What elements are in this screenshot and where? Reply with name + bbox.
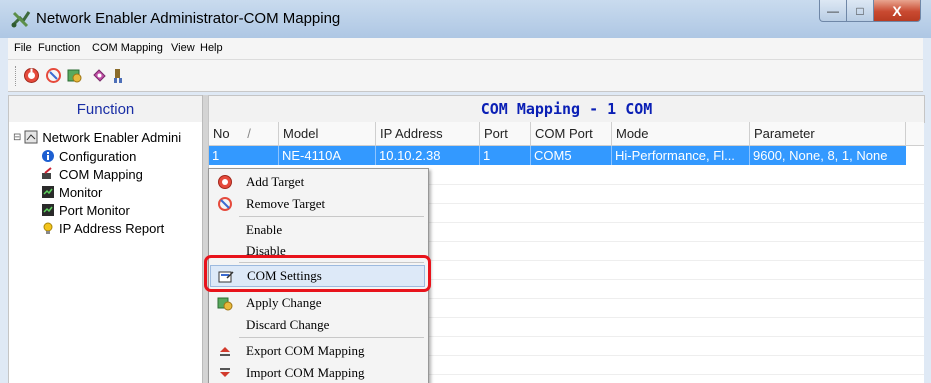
menu-item-label: Import COM Mapping: [246, 365, 365, 380]
menu-item-apply-change[interactable]: Apply Change: [209, 292, 426, 314]
tree-item-ip-address-report[interactable]: IP Address Report: [41, 219, 164, 237]
tree-root-label: Network Enabler Admini: [42, 129, 182, 145]
minimize-button[interactable]: —: [819, 0, 847, 22]
function-panel-header: Function: [8, 95, 203, 123]
tree-item-label: COM Mapping: [59, 166, 143, 182]
menu-item-export-com-mapping[interactable]: Export COM Mapping: [209, 340, 426, 362]
menu-item-label: Disable: [246, 243, 286, 258]
title-bar[interactable]: Network Enabler Administrator-COM Mappin…: [0, 0, 931, 38]
menu-separator: [239, 289, 424, 290]
column-no-label: No: [213, 126, 230, 141]
column-header-com-port[interactable]: COM Port: [531, 122, 612, 145]
search-icon[interactable]: [111, 67, 128, 84]
context-menu: Add Target Remove Target Enable Disable …: [208, 168, 429, 383]
settings-icon[interactable]: [91, 67, 108, 84]
export-icon: [220, 347, 230, 356]
network-enabler-icon: [24, 130, 38, 144]
app-window: Network Enabler Administrator-COM Mappin…: [0, 0, 931, 383]
window-title: Network Enabler Administrator-COM Mappin…: [36, 10, 341, 27]
ip-report-icon: [43, 222, 53, 234]
close-button[interactable]: X: [874, 0, 921, 22]
cell-model: NE-4110A: [279, 146, 376, 165]
maximize-button[interactable]: □: [847, 0, 874, 22]
monitor-icon: [42, 186, 54, 198]
menu-bar: File Function COM Mapping View Help: [8, 38, 923, 60]
column-header-parameter[interactable]: Parameter: [750, 122, 906, 145]
column-header-port[interactable]: Port: [480, 122, 531, 145]
info-icon: [42, 150, 54, 162]
tree-item-com-mapping[interactable]: COM Mapping: [41, 165, 143, 183]
menu-item-import-com-mapping[interactable]: Import COM Mapping: [209, 362, 426, 383]
column-header-model[interactable]: Model: [279, 122, 376, 145]
cell-com-port: COM5: [531, 146, 612, 165]
tree-item-monitor[interactable]: Monitor: [41, 183, 102, 201]
menu-item-label: Remove Target: [246, 196, 326, 211]
menu-view[interactable]: View: [171, 42, 195, 54]
column-header-ip-address[interactable]: IP Address: [376, 122, 480, 145]
column-header-no[interactable]: No /: [209, 122, 279, 145]
table-row[interactable]: 1 NE-4110A 10.10.2.38 1 COM5 Hi-Performa…: [209, 146, 906, 165]
tree-item-label: Monitor: [59, 184, 103, 200]
toolbar-grip: [15, 66, 18, 86]
cell-port: 1: [480, 146, 531, 165]
com-mapping-header: COM Mapping - 1 COM: [208, 95, 925, 123]
cell-mode: Hi-Performance, Fl...: [612, 146, 750, 165]
import-icon: [220, 368, 230, 377]
apply-change-icon[interactable]: [66, 67, 83, 84]
tree-item-port-monitor[interactable]: Port Monitor: [41, 201, 130, 219]
apply-change-icon: [217, 297, 233, 311]
menu-item-label: Apply Change: [246, 295, 322, 310]
collapse-icon[interactable]: ⊟: [13, 132, 21, 143]
menu-item-disable[interactable]: Disable: [209, 240, 426, 262]
function-tree: ⊟ Network Enabler Admini Configuration C…: [8, 122, 203, 383]
menu-com-mapping[interactable]: COM Mapping: [92, 42, 163, 54]
com-mapping-icon: [42, 167, 52, 179]
remove-target-icon: [218, 197, 232, 211]
caption-buttons: — □ X: [819, 0, 921, 22]
menu-item-label: Add Target: [246, 174, 305, 189]
menu-item-label: Enable: [246, 222, 283, 237]
menu-item-discard-change[interactable]: Discard Change: [209, 314, 426, 336]
menu-item-label: Export COM Mapping: [246, 343, 365, 358]
toolbar: [8, 60, 923, 92]
tree-item-label: IP Address Report: [59, 220, 165, 236]
add-target-icon: [218, 175, 232, 189]
tree-item-configuration[interactable]: Configuration: [41, 147, 136, 165]
menu-item-remove-target[interactable]: Remove Target: [209, 193, 426, 215]
menu-item-add-target[interactable]: Add Target: [209, 171, 426, 193]
menu-separator: [239, 216, 424, 217]
com-settings-icon: [218, 271, 234, 283]
menu-separator: [239, 262, 424, 263]
menu-item-label: Discard Change: [246, 317, 330, 332]
tree-item-label: Configuration: [59, 148, 137, 164]
menu-item-label: COM Settings: [247, 268, 322, 283]
tree-root-network-enabler[interactable]: ⊟ Network Enabler Admini: [13, 128, 181, 146]
cell-no: 1: [209, 146, 279, 165]
network-enabler-icon: [11, 11, 31, 28]
cell-ip-address: 10.10.2.38: [376, 146, 480, 165]
menu-item-enable[interactable]: Enable: [209, 219, 426, 241]
menu-item-com-settings[interactable]: COM Settings: [210, 265, 425, 287]
menu-function[interactable]: Function: [38, 42, 80, 54]
menu-separator: [239, 337, 424, 338]
menu-help[interactable]: Help: [200, 42, 223, 54]
sort-indicator-icon: /: [247, 126, 251, 141]
column-header-mode[interactable]: Mode: [612, 122, 750, 145]
remove-target-icon[interactable]: [45, 67, 62, 84]
port-monitor-icon: [42, 204, 54, 216]
menu-file[interactable]: File: [14, 42, 32, 54]
add-target-icon[interactable]: [23, 67, 40, 84]
tree-item-label: Port Monitor: [59, 202, 130, 218]
cell-parameter: 9600, None, 8, 1, None: [753, 148, 888, 163]
column-headers: No / Model IP Address Port COM Port Mode…: [209, 122, 924, 146]
